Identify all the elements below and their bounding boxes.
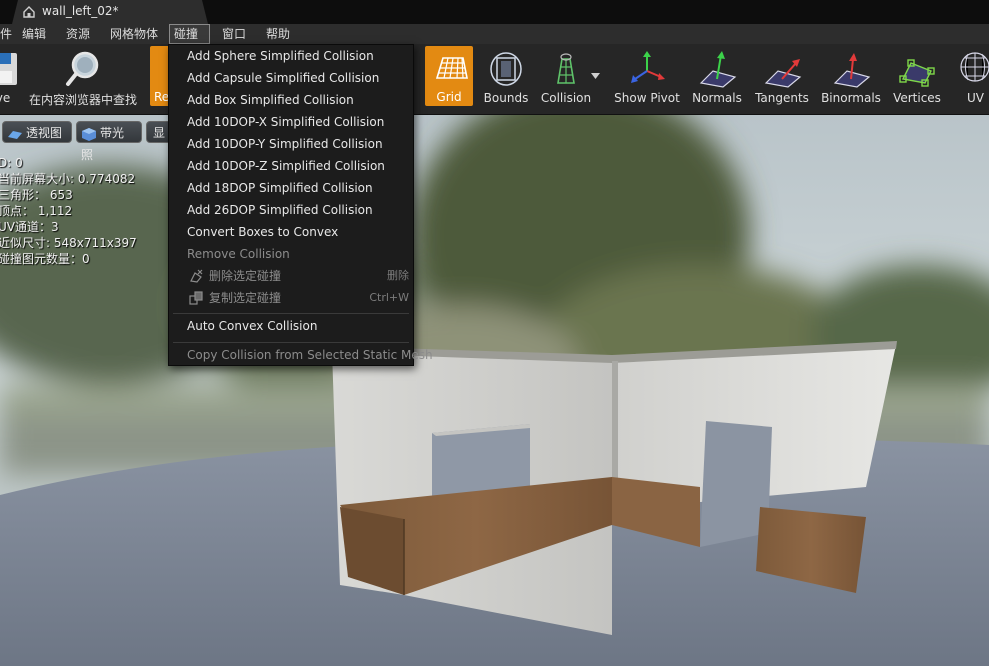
collision-label: Collision — [540, 91, 592, 105]
normals-label: Normals — [692, 91, 742, 105]
menu-window[interactable]: 窗口 — [218, 24, 250, 44]
binormals-button[interactable]: Binormals — [818, 47, 884, 109]
viewport-stats: D: 0 当前屏幕大小: 0.774082 三角形： 653 顶点： 1,112… — [0, 155, 137, 267]
tangents-label: Tangents — [755, 91, 809, 105]
stat-line: 三角形： 653 — [0, 188, 73, 202]
document-tab[interactable]: wall_left_02* — [12, 0, 208, 24]
vertices-button[interactable]: Vertices — [889, 47, 945, 109]
collision-button[interactable]: Collision — [538, 47, 594, 109]
pivot-icon — [631, 51, 665, 83]
show-pivot-label: Show Pivot — [614, 91, 680, 105]
bounds-button[interactable]: Bounds — [481, 47, 531, 109]
static-mesh-icon — [23, 6, 35, 18]
show-flags-label: 显 — [153, 126, 166, 140]
menu-separator — [173, 342, 409, 343]
collision-menu: Add Sphere Simplified Collision Add Caps… — [168, 44, 433, 366]
menu-item-auto-convex-collision[interactable]: Auto Convex Collision — [169, 315, 413, 337]
menu-item-convert-boxes[interactable]: Convert Boxes to Convex — [169, 221, 413, 243]
menu-edit[interactable]: 编辑 — [18, 24, 50, 44]
perspective-button[interactable]: 透视图 — [2, 121, 72, 143]
stat-line: D: 0 — [0, 156, 23, 170]
tangents-button[interactable]: Tangents — [751, 47, 813, 109]
grid-label: Grid — [436, 90, 462, 104]
stat-line: 当前屏幕大小: 0.774082 — [0, 172, 136, 186]
binormals-icon — [833, 53, 871, 88]
uv-icon — [960, 52, 989, 82]
menu-item-remove-collision[interactable]: Remove Collision — [169, 243, 413, 265]
mesh-viewport[interactable]: 透视图 带光照 显 D: 0 当前屏幕大小: 0.774082 三角形： 653… — [0, 115, 989, 666]
menu-item-add-10dop-y[interactable]: Add 10DOP-Y Simplified Collision — [169, 133, 413, 155]
toolbar: ve 在内容浏览器中查找 Re Grid Bounds — [0, 44, 989, 115]
save-label: ve — [0, 91, 11, 105]
collision-icon — [557, 53, 575, 84]
perspective-icon — [8, 130, 22, 139]
shortcut-label: 删除 — [387, 269, 409, 282]
save-icon — [0, 53, 17, 85]
delete-collision-icon — [190, 269, 203, 283]
menu-item-add-18dop[interactable]: Add 18DOP Simplified Collision — [169, 177, 413, 199]
binormals-label: Binormals — [821, 91, 881, 105]
find-label: 在内容浏览器中查找 — [28, 93, 137, 107]
menu-asset[interactable]: 资源 — [62, 24, 94, 44]
menu-item-add-box[interactable]: Add Box Simplified Collision — [169, 89, 413, 111]
menu-file[interactable]: 文件 — [0, 24, 16, 44]
menu-item-copy-collision[interactable]: Copy Collision from Selected Static Mesh — [169, 344, 433, 366]
uv-button[interactable]: UV — [953, 47, 989, 109]
menu-item-add-capsule[interactable]: Add Capsule Simplified Collision — [169, 67, 413, 89]
stat-line: UV通道：3 — [0, 220, 59, 234]
lit-mode-button[interactable]: 带光照 — [76, 121, 142, 162]
preview-scene — [0, 115, 989, 666]
save-button[interactable]: ve — [0, 47, 20, 109]
menu-item-add-sphere[interactable]: Add Sphere Simplified Collision — [169, 45, 413, 67]
shortcut-label: Ctrl+W — [369, 291, 409, 304]
vertices-label: Vertices — [893, 91, 941, 105]
menu-item-delete-selected-collision[interactable]: 删除选定碰撞 删除 — [169, 265, 413, 287]
duplicate-collision-icon — [189, 291, 203, 305]
menu-item-duplicate-selected-collision[interactable]: 复制选定碰撞 Ctrl+W — [169, 287, 413, 309]
find-in-content-browser-button[interactable]: 在内容浏览器中查找 — [26, 47, 140, 109]
grid-button[interactable]: Grid — [425, 46, 473, 106]
menu-mesh[interactable]: 网格物体 — [106, 24, 162, 44]
tab-title: wall_left_02* — [42, 4, 119, 18]
perspective-label: 透视图 — [26, 126, 63, 140]
vertices-icon — [899, 59, 935, 87]
menu-item-add-10dop-x[interactable]: Add 10DOP-X Simplified Collision — [169, 111, 413, 133]
bounds-icon — [490, 52, 522, 86]
normals-button[interactable]: Normals — [690, 47, 744, 109]
collision-dropdown-arrow-icon[interactable] — [591, 73, 600, 79]
menu-item-add-10dop-z[interactable]: Add 10DOP-Z Simplified Collision — [169, 155, 413, 177]
menu-item-add-26dop[interactable]: Add 26DOP Simplified Collision — [169, 199, 413, 221]
magnifier-icon — [66, 51, 99, 86]
menu-help[interactable]: 帮助 — [262, 24, 294, 44]
normals-icon — [699, 51, 737, 88]
lit-cube-icon — [82, 127, 96, 141]
tangents-icon — [764, 59, 802, 88]
stat-line: 碰撞图元数量：0 — [0, 252, 90, 266]
stat-line: 近似尺寸: 548x711x397 — [0, 236, 137, 250]
show-pivot-button[interactable]: Show Pivot — [612, 47, 682, 109]
title-bar: wall_left_02* — [0, 0, 989, 24]
grid-icon — [435, 57, 468, 79]
uv-label: UV — [967, 91, 984, 105]
menu-separator — [173, 313, 409, 314]
menu-collision[interactable]: 碰撞 — [169, 24, 210, 44]
stat-line: 顶点： 1,112 — [0, 204, 73, 218]
bounds-label: Bounds — [483, 91, 529, 105]
menu-bar: 文件 编辑 资源 网格物体 碰撞 窗口 帮助 — [0, 24, 989, 44]
